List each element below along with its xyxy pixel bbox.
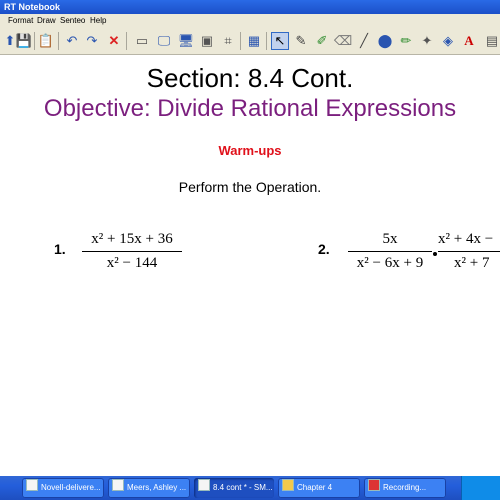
toolbar: ⬆ 💾 📋 ↶ ↷ ✕ ▭ 🖵 🖥 ▣ ⌗ ▦ ↖ ✎ ✐ ⌫ ╱ ⬤ ✏ ✦ …	[0, 28, 500, 55]
taskbar-item-meers[interactable]: Meers, Ashley ...	[108, 478, 190, 498]
problem-1-label: 1.	[54, 241, 66, 257]
shape-icon[interactable]: ⬤	[377, 33, 393, 49]
undo-icon[interactable]: ↶	[64, 33, 80, 49]
line-icon[interactable]: ╱	[356, 33, 372, 49]
more-tools-icon[interactable]: ▤	[484, 33, 500, 49]
toolbar-separator	[58, 32, 59, 50]
app-icon	[26, 479, 38, 491]
app-icon	[112, 479, 124, 491]
instruction-text: Perform the Operation.	[178, 179, 322, 195]
menu-bar: Format Draw Senteo Help	[0, 14, 500, 28]
redo-icon[interactable]: ↷	[84, 33, 100, 49]
notebook-page[interactable]: Section: 8.4 Cont. Objective: Divide Rat…	[0, 55, 500, 476]
pen-icon[interactable]: ✎	[293, 33, 309, 49]
problem-2-left-fraction: 5x x² − 6x + 9	[348, 231, 432, 272]
table-tool-icon[interactable]: ⌗	[220, 33, 236, 49]
save-icon[interactable]: 💾	[16, 33, 32, 49]
folder-icon	[282, 479, 294, 491]
taskbar-item-notebook[interactable]: 8.4 cont * - SM...	[194, 478, 274, 498]
problem-1-numerator: x² + 15x + 36	[91, 231, 173, 247]
creative-pen-icon[interactable]: ✐	[314, 33, 330, 49]
problem-1-fraction: x² + 15x + 36 x² − 144	[82, 231, 182, 272]
objective-text: Objective: Divide Rational Expressions	[43, 95, 457, 122]
menu-senteo[interactable]: Senteo	[60, 14, 85, 28]
menu-help[interactable]: Help	[90, 14, 106, 28]
toolbar-separator	[266, 32, 267, 50]
fraction-bar	[438, 251, 500, 252]
problem-2-right-numerator: x² + 4x −	[438, 231, 494, 247]
monitor-icon[interactable]: 🖥	[178, 33, 195, 49]
app-icon	[198, 479, 210, 491]
eraser-icon[interactable]: ⌫	[334, 33, 352, 49]
capture-icon[interactable]: ▣	[199, 33, 215, 49]
system-tray	[461, 476, 500, 500]
problem-2-left-numerator: 5x	[382, 231, 398, 247]
taskbar-item-recording[interactable]: Recording...	[364, 478, 446, 498]
fill-icon[interactable]: ◈	[440, 33, 456, 49]
window-title: RT Notebook	[4, 2, 60, 12]
window-title-bar: RT Notebook	[0, 0, 500, 14]
text-icon[interactable]: A	[461, 33, 477, 49]
record-icon	[368, 479, 380, 491]
problem-2-right-fraction: x² + 4x − x² + 7	[438, 231, 500, 272]
fraction-bar	[82, 251, 182, 252]
toolbar-separator	[126, 32, 127, 50]
taskbar: Novell-delivere... Meers, Ashley ... 8.4…	[0, 476, 500, 500]
taskbar-item-novell[interactable]: Novell-delivere...	[22, 478, 104, 498]
menu-draw[interactable]: Draw	[37, 14, 56, 28]
multiply-dot	[433, 252, 437, 256]
problem-2-right-denominator: x² + 7	[454, 255, 490, 271]
page-title: Section: 8.4 Cont.	[146, 63, 354, 93]
display-icon[interactable]: 🖵	[156, 33, 172, 49]
magic-pen-icon[interactable]: ✦	[419, 33, 435, 49]
fraction-bar	[348, 251, 432, 252]
problem-2-left-denominator: x² − 6x + 9	[356, 255, 424, 271]
warmups-heading: Warm-ups	[218, 143, 282, 158]
grid-icon[interactable]: ▦	[246, 33, 262, 49]
menu-format[interactable]: Format	[8, 14, 33, 28]
highlighter-icon[interactable]: ✏	[398, 33, 414, 49]
taskbar-item-chapter4[interactable]: Chapter 4	[278, 478, 360, 498]
screen-shade-icon[interactable]: ▭	[134, 33, 150, 49]
problem-1-denominator: x² − 144	[106, 255, 158, 271]
select-arrow-icon[interactable]: ↖	[271, 32, 289, 50]
toolbar-separator	[240, 32, 241, 50]
toolbar-separator	[34, 32, 35, 50]
delete-icon[interactable]: ✕	[106, 33, 122, 49]
paste-icon[interactable]: 📋	[38, 33, 54, 49]
problem-2-label: 2.	[318, 241, 330, 257]
